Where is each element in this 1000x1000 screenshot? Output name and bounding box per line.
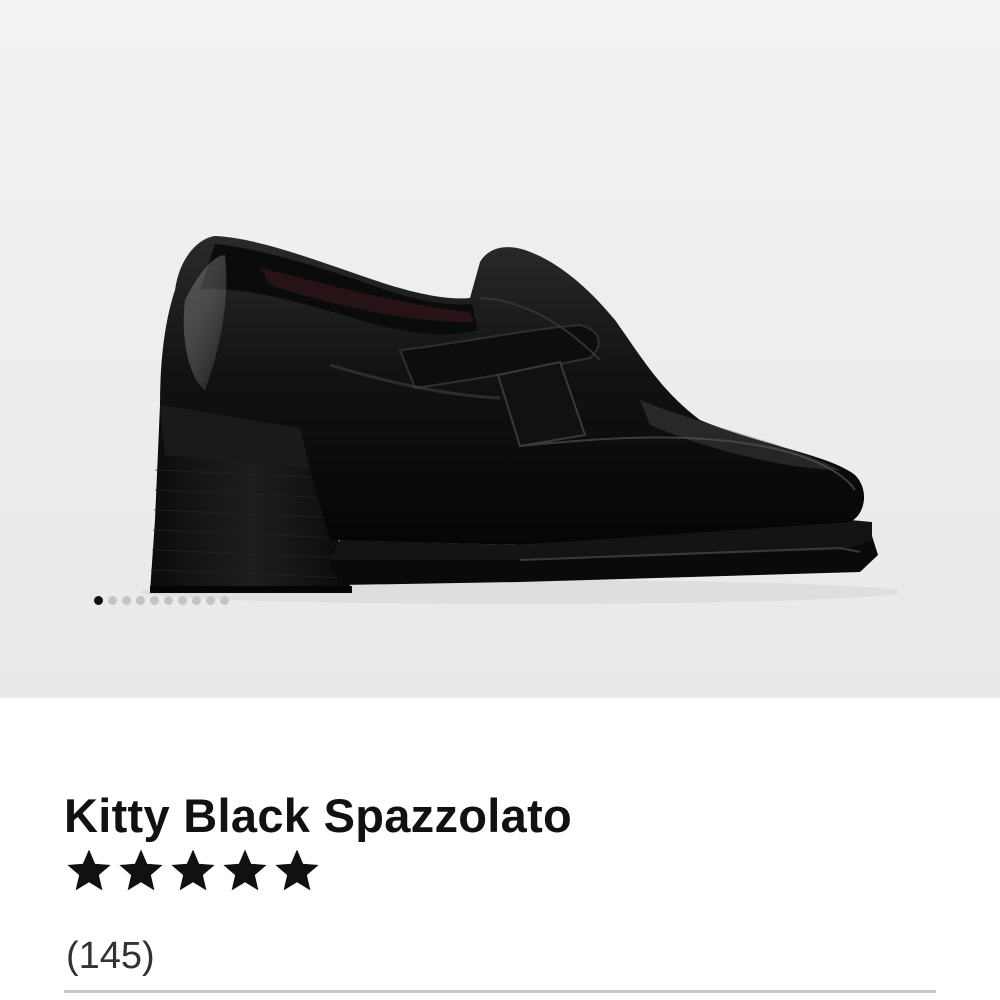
product-info: Kitty Black Spazzolato (145) <box>0 698 1000 1000</box>
star-icon <box>223 849 267 891</box>
carousel-dot-4[interactable] <box>136 595 145 605</box>
review-count[interactable]: (145) <box>66 934 155 978</box>
carousel-dots <box>94 592 229 608</box>
product-image-gallery[interactable] <box>0 0 1000 698</box>
carousel-dot-3[interactable] <box>122 595 131 605</box>
carousel-dot-6[interactable] <box>164 595 173 605</box>
star-icon <box>275 849 319 891</box>
star-icon <box>171 849 215 891</box>
rating-stars[interactable] <box>64 848 322 894</box>
carousel-dot-7[interactable] <box>178 595 187 605</box>
carousel-dot-9[interactable] <box>206 595 215 605</box>
carousel-dot-5[interactable] <box>150 595 159 605</box>
product-title[interactable]: Kitty Black Spazzolato <box>64 788 572 844</box>
star-icon <box>119 849 163 891</box>
carousel-dot-1[interactable] <box>94 595 103 605</box>
carousel-dot-8[interactable] <box>192 595 201 605</box>
product-card: Kitty Black Spazzolato (145) <box>0 0 1000 1000</box>
carousel-dot-2[interactable] <box>108 595 117 605</box>
star-icon <box>67 849 111 891</box>
carousel-dot-10[interactable] <box>220 595 229 605</box>
divider <box>64 990 936 993</box>
